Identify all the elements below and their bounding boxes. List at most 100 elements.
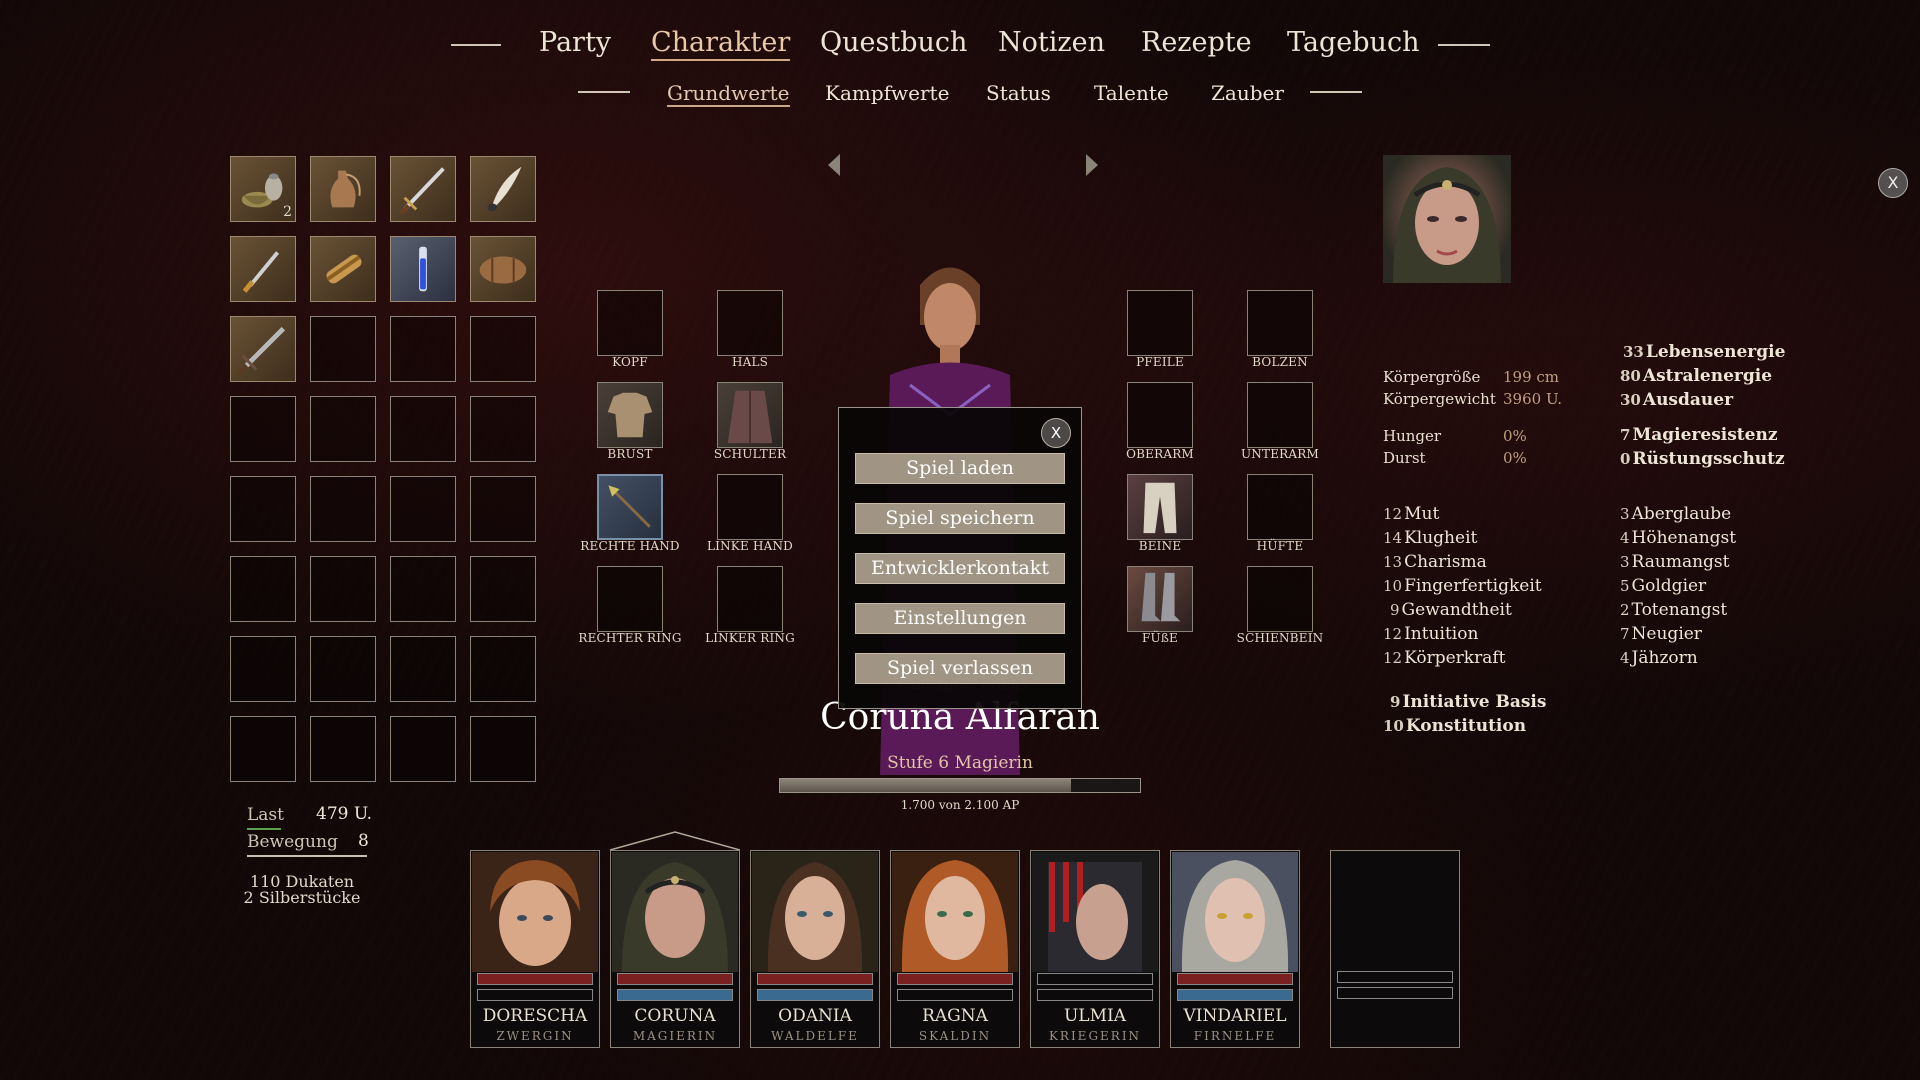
inventory-slot-empty[interactable] <box>310 636 376 702</box>
inventory-slot-empty[interactable] <box>310 396 376 462</box>
stat-number: 3 <box>1620 553 1630 571</box>
stat-label: Totenangst <box>1631 600 1728 620</box>
inventory-slot-quill[interactable] <box>470 156 536 222</box>
inventory-slot-mortar[interactable]: 2 <box>230 156 296 222</box>
stat-number: 30 <box>1620 391 1641 409</box>
equip-slot-bolzen[interactable] <box>1247 290 1313 356</box>
last-label: Last <box>247 805 284 825</box>
equip-slot-unterarm[interactable] <box>1247 382 1313 448</box>
equip-slot-rechte-hand[interactable] <box>597 474 663 540</box>
subtab-kampfwerte[interactable]: Kampfwerte <box>825 81 949 105</box>
inventory-slot-bag[interactable] <box>470 236 536 302</box>
inventory-slot-empty[interactable] <box>390 316 456 382</box>
inventory-slot-empty[interactable] <box>310 716 376 782</box>
tab-charakter[interactable]: Charakter <box>651 27 791 61</box>
party-member-class: ZWERGIN <box>496 1029 574 1043</box>
equip-slot-brust[interactable] <box>597 382 663 448</box>
equip-slot-oberarm[interactable] <box>1127 382 1193 448</box>
tab-tagebuch[interactable]: Tagebuch <box>1287 27 1419 58</box>
character-portrait <box>1383 155 1511 283</box>
ap-progress-fill <box>780 779 1072 792</box>
quit-game-button[interactable]: Spiel verlassen <box>855 653 1065 684</box>
inventory-slot-empty[interactable] <box>470 476 536 542</box>
spear-staff-icon <box>608 485 651 528</box>
next-character-arrow[interactable] <box>1086 154 1098 176</box>
inventory-slot-empty[interactable] <box>470 556 536 622</box>
party-member-name: VINDARIEL <box>1183 1006 1287 1026</box>
party-member-ragna[interactable]: RAGNA SKALDIN <box>890 850 1020 1048</box>
previous-character-arrow[interactable] <box>828 154 840 176</box>
trousers-icon <box>1143 482 1177 534</box>
party-slot-empty[interactable] <box>1330 850 1460 1048</box>
load-game-button[interactable]: Spiel laden <box>855 453 1065 484</box>
party-member-ulmia[interactable]: ULMIA KRIEGERIN <box>1030 850 1160 1048</box>
menu-close-button[interactable]: X <box>1041 418 1071 448</box>
equip-slot-kopf[interactable] <box>597 290 663 356</box>
stat-label: Intuition <box>1404 624 1479 644</box>
subtab-zauber[interactable]: Zauber <box>1211 81 1284 105</box>
astral-bar-empty <box>1037 989 1153 1001</box>
close-panel-button[interactable]: X <box>1878 168 1908 198</box>
inventory-slot-empty[interactable] <box>230 556 296 622</box>
save-game-button[interactable]: Spiel speichern <box>855 503 1065 534</box>
developer-contact-button[interactable]: Entwicklerkontakt <box>855 553 1065 584</box>
party-member-odania[interactable]: ODANIA WALDELFE <box>750 850 880 1048</box>
inventory-slot-empty[interactable] <box>390 396 456 462</box>
equip-slot-schulter[interactable] <box>717 382 783 448</box>
inventory-slot-empty[interactable] <box>310 556 376 622</box>
settings-button[interactable]: Einstellungen <box>855 603 1065 634</box>
inventory-slot-empty[interactable] <box>470 716 536 782</box>
equip-slot-linke-hand[interactable] <box>717 474 783 540</box>
party-member-class: FIRNELFE <box>1193 1029 1277 1043</box>
astralenergie-stat: 80 Astralenergie <box>1620 366 1772 386</box>
inventory-slot-empty[interactable] <box>310 476 376 542</box>
bedroll-bag-icon <box>479 256 527 284</box>
stat-number: 3 <box>1620 505 1630 523</box>
health-bar-empty <box>1337 971 1453 983</box>
inventory-slot-sword[interactable] <box>390 156 456 222</box>
subtab-status[interactable]: Status <box>986 81 1051 105</box>
inventory-slot-empty[interactable] <box>230 716 296 782</box>
inventory-slot-potion[interactable] <box>390 236 456 302</box>
inventory-slot-empty[interactable] <box>310 316 376 382</box>
game-menu-dialog: X Spiel laden Spiel speichern Entwickler… <box>838 407 1082 709</box>
equip-slot-fuesse[interactable] <box>1127 566 1193 632</box>
inventory-slot-scroll[interactable] <box>310 236 376 302</box>
inventory-slot-empty[interactable] <box>230 636 296 702</box>
tab-party[interactable]: Party <box>539 27 611 58</box>
party-member-coruna[interactable]: CORUNA MAGIERIN <box>610 850 740 1048</box>
equip-slot-schienbein[interactable] <box>1247 566 1313 632</box>
equip-slot-rechter-ring[interactable] <box>597 566 663 632</box>
inventory-slot-empty[interactable] <box>390 556 456 622</box>
inventory-slot-empty[interactable] <box>470 316 536 382</box>
last-indicator-line <box>247 828 281 830</box>
stat-number: 2 <box>1620 601 1630 619</box>
inventory-slot-dagger[interactable] <box>230 236 296 302</box>
equip-label-fuesse: FÜßE <box>1141 631 1178 645</box>
inventory-slot-empty[interactable] <box>390 716 456 782</box>
tab-rezepte[interactable]: Rezepte <box>1141 27 1252 58</box>
inventory-slot-empty[interactable] <box>390 636 456 702</box>
party-member-vindariel[interactable]: VINDARIEL FIRNELFE <box>1170 850 1300 1048</box>
inventory-slot-empty[interactable] <box>470 396 536 462</box>
health-bar <box>477 973 593 985</box>
inventory-slot-empty[interactable] <box>230 476 296 542</box>
inventory-slot-empty[interactable] <box>390 476 456 542</box>
subtab-talente[interactable]: Talente <box>1094 81 1169 105</box>
inventory-slot-empty[interactable] <box>230 396 296 462</box>
subtab-grundwerte[interactable]: Grundwerte <box>667 81 790 107</box>
party-member-dorescha[interactable]: DORESCHA ZWERGIN <box>470 850 600 1048</box>
equip-slot-beine[interactable] <box>1127 474 1193 540</box>
inventory-slot-shortsword[interactable] <box>230 316 296 382</box>
inventory-slot-empty[interactable] <box>470 636 536 702</box>
equip-label-rechter-ring: RECHTER RING <box>578 631 682 645</box>
tab-questbuch[interactable]: Questbuch <box>820 27 967 58</box>
equip-slot-linker-ring[interactable] <box>717 566 783 632</box>
equip-slot-hals[interactable] <box>717 290 783 356</box>
quill-icon <box>487 166 522 212</box>
stat-label: Rüstungsschutz <box>1632 449 1785 469</box>
inventory-slot-waterskin[interactable] <box>310 156 376 222</box>
tab-notizen[interactable]: Notizen <box>998 27 1105 58</box>
equip-slot-pfeile[interactable] <box>1127 290 1193 356</box>
equip-slot-huefte[interactable] <box>1247 474 1313 540</box>
